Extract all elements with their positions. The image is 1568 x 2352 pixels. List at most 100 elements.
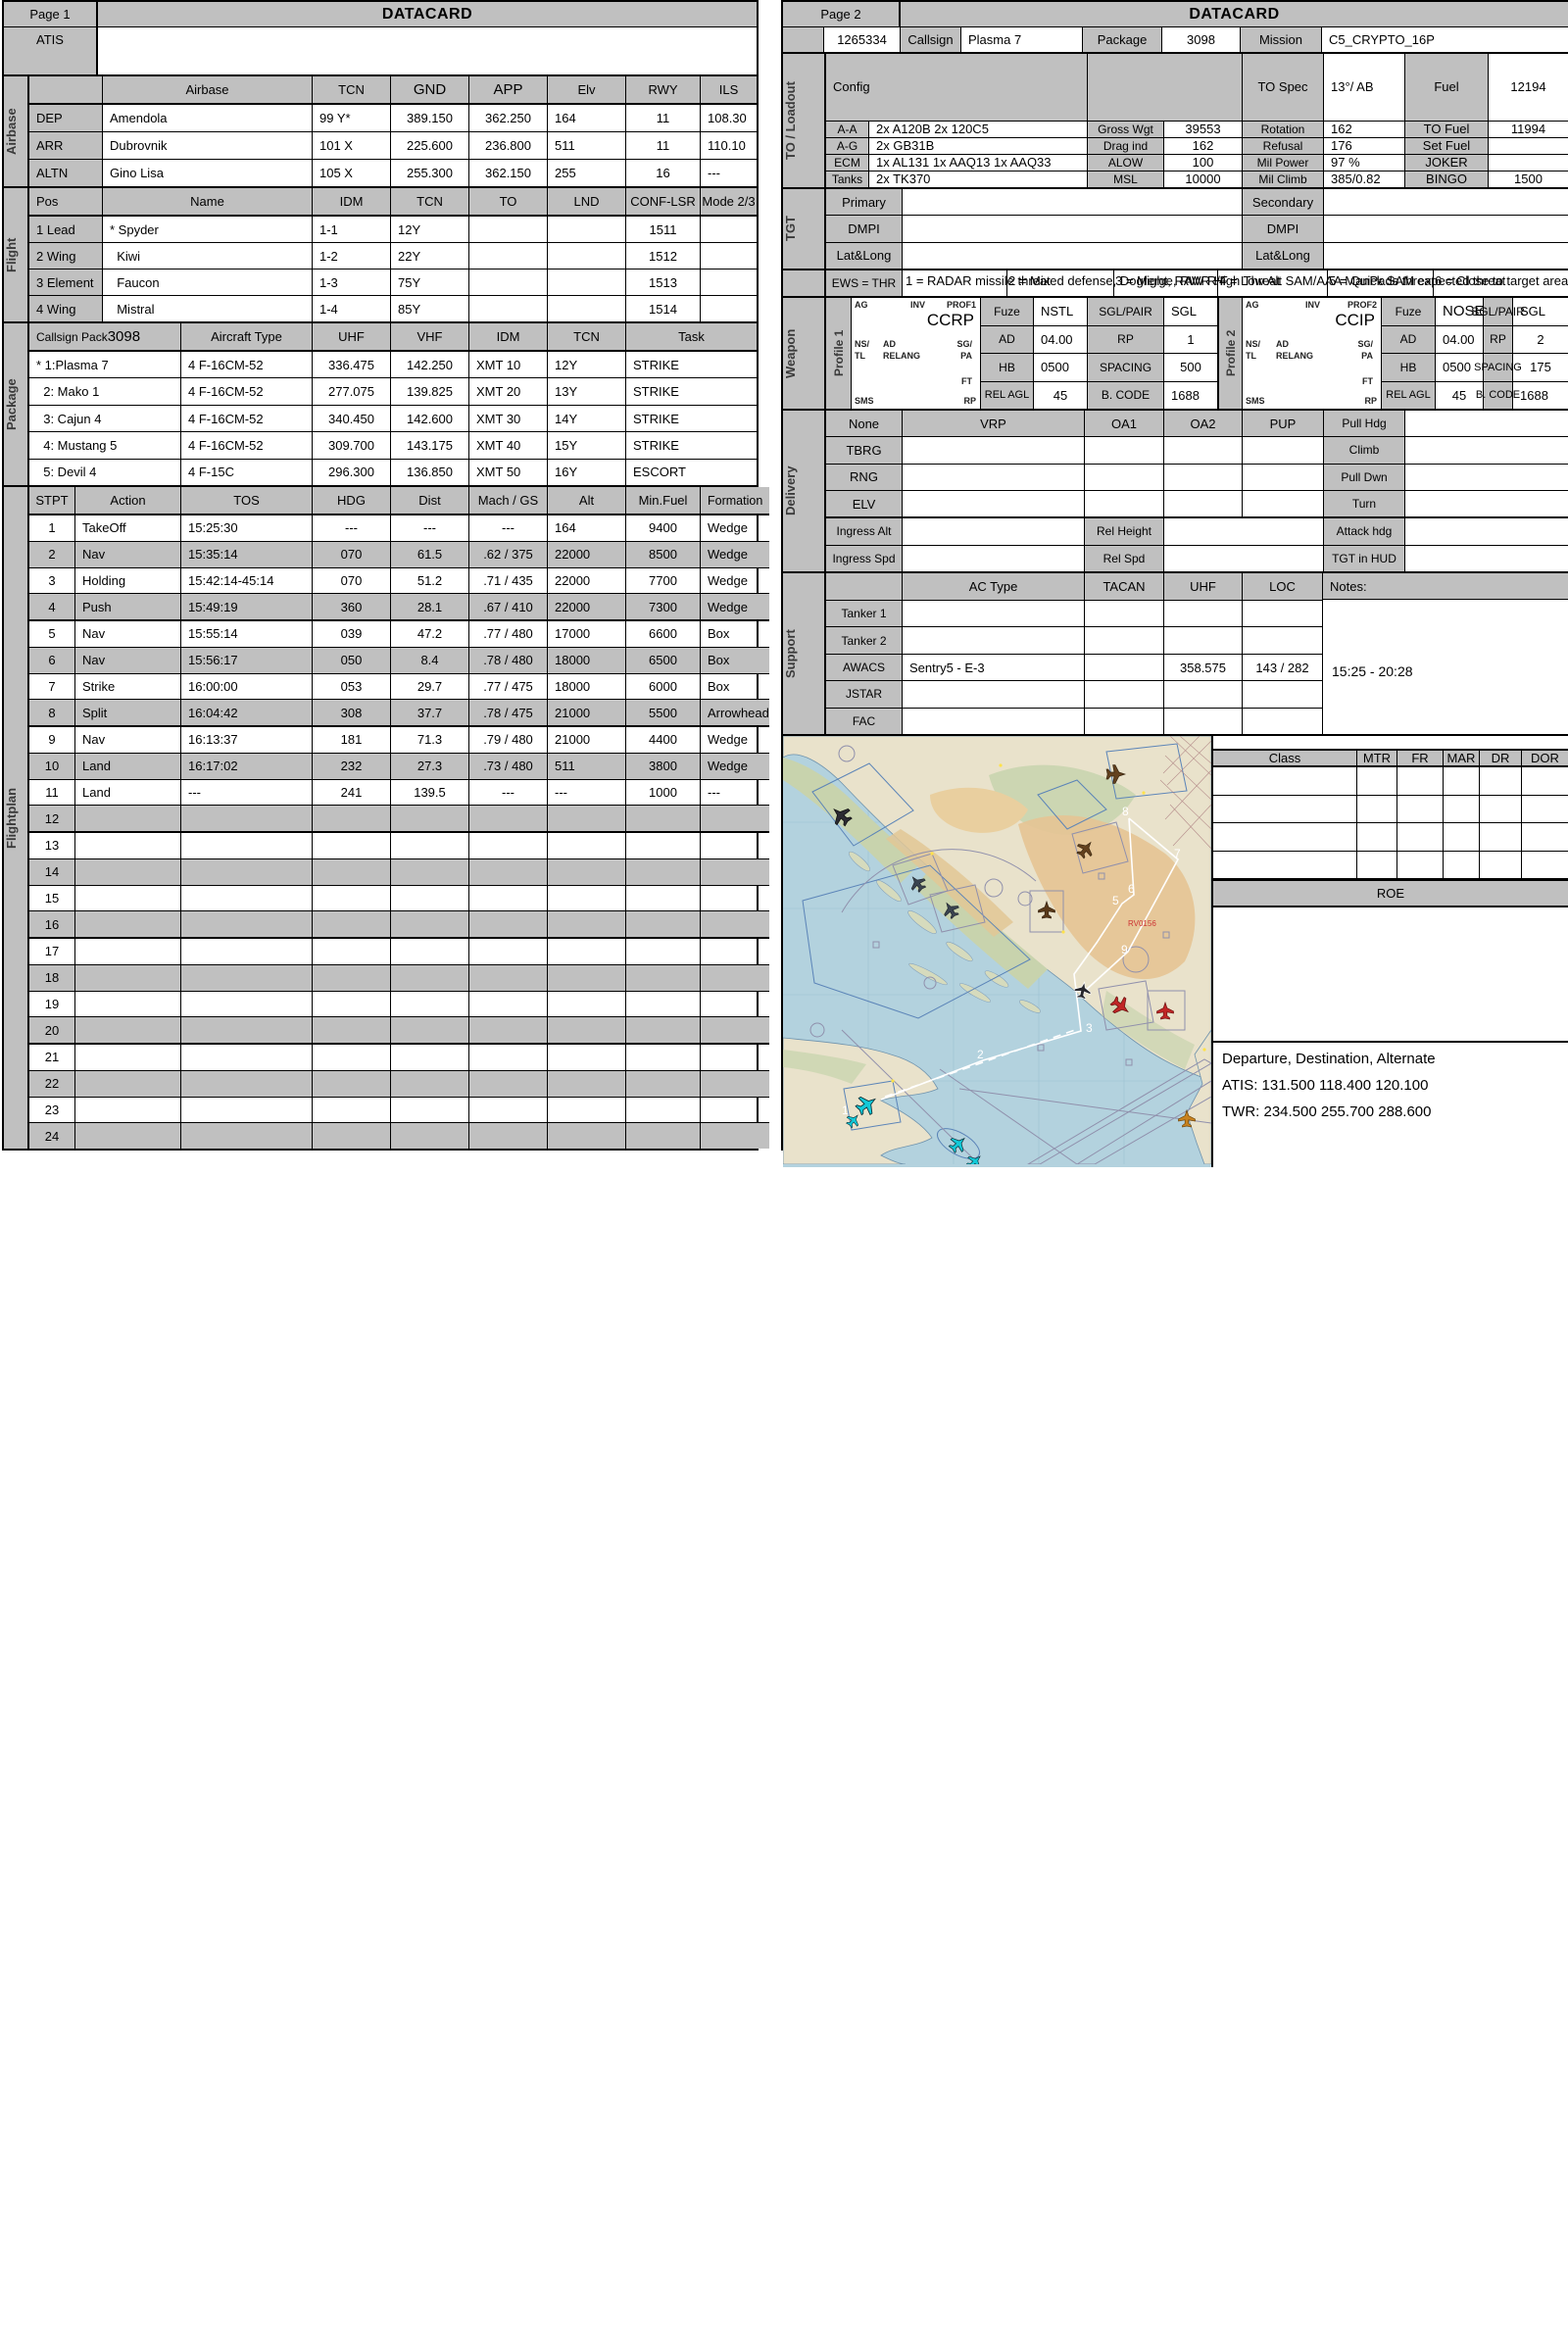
action-cell xyxy=(75,886,181,911)
action-cell: Nav xyxy=(75,621,181,647)
stpt-cell: 17 xyxy=(29,939,75,964)
flightplan-row: 22 xyxy=(29,1071,769,1098)
tactical-map: 1 2 3 5 6 7 8 9 RV0156 xyxy=(783,736,1213,1167)
fr-cell xyxy=(1397,852,1444,879)
sms-rp-label: RP xyxy=(1364,396,1377,406)
waypoint-label: 1 xyxy=(842,1103,849,1117)
formation-cell xyxy=(701,965,769,991)
flight-row: 4 Wing Mistral 1-4 85Y 1514 xyxy=(29,296,757,321)
dist-cell: --- xyxy=(391,515,469,541)
task-cell: STRIKE xyxy=(626,378,757,404)
action-cell: Nav xyxy=(75,727,181,753)
turn-value xyxy=(1405,491,1568,516)
flight-row: 1 Lead * Spyder 1-1 12Y 1511 xyxy=(29,217,757,243)
tgt-secondary-label: Secondary xyxy=(1243,189,1324,215)
support-asset-label: Tanker 2 xyxy=(826,627,903,653)
twr-frequencies: TWR: 234.500 255.700 288.600 xyxy=(1213,1094,1568,1120)
min-fuel-cell: 6000 xyxy=(626,674,701,700)
task-cell: ESCORT xyxy=(626,460,757,485)
pull-dwn-label: Pull Dwn xyxy=(1324,465,1405,490)
mach-gs-cell: --- xyxy=(469,515,548,541)
lnd-cell xyxy=(548,217,626,242)
flight-header-cell: TO xyxy=(469,188,548,215)
bcode-value: 1688 xyxy=(1164,382,1217,410)
rwy-cell: 11 xyxy=(626,132,701,159)
stpt-cell: 7 xyxy=(29,674,75,700)
package-number: 3098 xyxy=(108,328,140,345)
stpt-cell: 2 xyxy=(29,542,75,567)
aircraft-type-cell: 4 F-15C xyxy=(181,460,313,485)
tos-cell xyxy=(181,992,313,1017)
airbase-header-cell: Airbase xyxy=(103,76,313,103)
mach-gs-cell: .77 / 480 xyxy=(469,621,548,647)
ingress-alt-value xyxy=(903,518,1085,544)
airbase-row: ALTN Gino Lisa 105 X 255.300 362.150 255… xyxy=(29,160,757,186)
support-row: JSTAR xyxy=(826,681,1322,708)
min-fuel-cell xyxy=(626,992,701,1017)
min-fuel-cell: 3800 xyxy=(626,754,701,779)
mach-gs-cell xyxy=(469,833,548,858)
oa1-value xyxy=(1085,465,1164,490)
min-fuel-cell: 7700 xyxy=(626,568,701,594)
flightplan-row: 4 Push 15:49:19 360 28.1 .67 / 410 22000… xyxy=(29,594,769,621)
support-asset-label: Tanker 1 xyxy=(826,601,903,626)
waypoint-label: 2 xyxy=(977,1048,984,1061)
loadout-section-label: TO / Loadout xyxy=(783,54,798,187)
alt-cell: 17000 xyxy=(548,621,626,647)
perf-value-cell: 97 % xyxy=(1324,155,1405,171)
support-header-cell: UHF xyxy=(1164,573,1243,600)
sms-relang-label: RELANG xyxy=(883,351,920,361)
formation-cell xyxy=(701,992,769,1017)
sms-ad-label: AD xyxy=(883,339,896,349)
alt-cell xyxy=(548,859,626,885)
flightplan-row: 2 Nav 15:35:14 070 61.5 .62 / 375 22000 … xyxy=(29,542,769,568)
package-label: Package xyxy=(1083,27,1162,52)
stpt-cell: 19 xyxy=(29,992,75,1017)
hdg-cell: --- xyxy=(313,515,391,541)
idm-cell: XMT 20 xyxy=(469,378,548,404)
spacer-cell xyxy=(1088,54,1243,121)
mar-cell xyxy=(1444,796,1480,823)
waypoint-label: 7 xyxy=(1174,847,1181,860)
fr-cell xyxy=(1397,767,1444,795)
dist-cell: 51.2 xyxy=(391,568,469,594)
waypoint-label: 9 xyxy=(1121,943,1128,956)
support-section: Support AC Type TACAN UHF LOC Tanker 1 xyxy=(783,571,1568,734)
tgt-primary-label: DMPI xyxy=(826,216,903,241)
vrp-label: VRP xyxy=(903,411,1085,436)
support-asset-label: AWACS xyxy=(826,655,903,680)
tcn-cell: 99 Y* xyxy=(313,105,391,131)
oa1-label: OA1 xyxy=(1085,411,1164,436)
idm-cell: 1-3 xyxy=(313,270,391,295)
idm-cell: XMT 40 xyxy=(469,432,548,458)
config-label: Config xyxy=(826,54,1088,121)
support-header-cell: TACAN xyxy=(1085,573,1164,600)
class-rows xyxy=(1213,767,1568,879)
sms-sg-label: SG/ xyxy=(956,339,972,349)
mach-gs-cell: .77 / 475 xyxy=(469,674,548,700)
airbase-name-cell: Dubrovnik xyxy=(103,132,313,159)
rp-value: 2 xyxy=(1513,326,1568,354)
tgt-secondary-label: DMPI xyxy=(1243,216,1324,241)
formation-cell: Wedge xyxy=(701,727,769,753)
conf-lsr-cell: 1511 xyxy=(626,217,701,242)
flightplan-row: 12 xyxy=(29,806,769,833)
support-table: Tanker 1 Tanker 2 xyxy=(826,601,1322,734)
fuze-label: Fuze xyxy=(981,298,1034,325)
stpt-cell: 20 xyxy=(29,1017,75,1043)
tos-cell: 16:04:42 xyxy=(181,700,313,725)
formation-cell xyxy=(701,939,769,964)
mach-gs-cell xyxy=(469,1123,548,1149)
airbase-section: Airbase Airbase TCN GND APP Elv RWY ILS … xyxy=(4,76,757,186)
page2-header: Page 2 DATACARD xyxy=(783,2,1568,27)
min-fuel-cell xyxy=(626,806,701,831)
conf-lsr-cell: 1513 xyxy=(626,270,701,295)
aircraft-type-cell: 4 F-16CM-52 xyxy=(181,432,313,458)
package-header-cell: Callsign Pack3098 xyxy=(29,323,181,350)
mach-gs-cell xyxy=(469,1071,548,1097)
dor-cell xyxy=(1522,823,1568,851)
package-row: 4: Mustang 5 4 F-16CM-52 309.700 143.175… xyxy=(29,432,757,459)
bottom-area: 1 2 3 5 6 7 8 9 RV0156 xyxy=(783,734,1568,1167)
ad-label: AD xyxy=(1382,326,1436,354)
uhf-cell xyxy=(1164,627,1243,653)
